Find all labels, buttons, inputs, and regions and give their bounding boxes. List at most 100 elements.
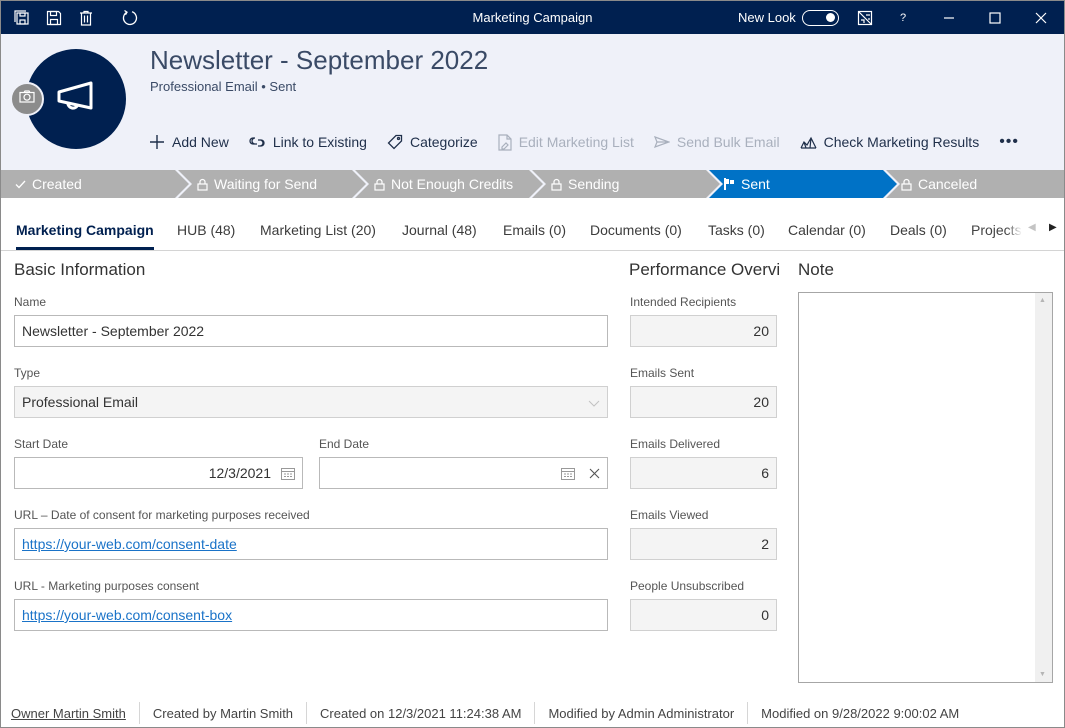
clear-icon[interactable] [589, 468, 600, 479]
start-date-input[interactable]: 12/3/2021 [14, 457, 303, 489]
link-to-existing-label: Link to Existing [272, 134, 367, 150]
people-unsubscribed-value: 0 [761, 607, 769, 623]
stage-sending[interactable]: Sending [532, 170, 720, 198]
record-subtitle: Professional Email • Sent [150, 79, 297, 94]
send-bulk-email-button[interactable]: Send Bulk Email [653, 134, 780, 150]
url-consent-label: URL - Marketing purposes consent [14, 579, 199, 593]
tab-hub[interactable]: HUB (48) [177, 222, 235, 238]
refresh-icon[interactable] [120, 8, 140, 28]
check-marketing-results-button[interactable]: Check Marketing Results [800, 134, 980, 150]
tab-bar: Marketing Campaign HUB (48) Marketing Li… [1, 207, 1064, 251]
tab-marketing-campaign[interactable]: Marketing Campaign [16, 222, 154, 250]
save-and-close-icon[interactable] [12, 8, 32, 28]
add-new-label: Add New [172, 134, 229, 150]
check-icon [15, 180, 26, 189]
stage-waiting-for-send[interactable]: Waiting for Send [178, 170, 366, 198]
tab-documents[interactable]: Documents (0) [590, 222, 682, 238]
emails-delivered-field: 6 [630, 457, 777, 489]
start-date-label: Start Date [14, 437, 69, 451]
add-new-button[interactable]: Add New [149, 134, 229, 150]
created-by: Created by Martin Smith [140, 702, 308, 724]
ruler-icon[interactable] [855, 8, 875, 28]
type-select[interactable]: Professional Email [14, 386, 608, 418]
calendar-icon[interactable] [281, 467, 295, 480]
tab-marketing-list[interactable]: Marketing List (20) [260, 222, 376, 238]
url-consent-date-input[interactable]: https://your-web.com/consent-date [14, 528, 608, 560]
send-bulk-email-label: Send Bulk Email [676, 134, 780, 150]
owner-link[interactable]: Owner Martin Smith [1, 702, 140, 724]
url-consent-link[interactable]: https://your-web.com/consent-box [22, 607, 232, 623]
record-title: Newsletter - September 2022 [150, 45, 489, 75]
note-textarea[interactable]: ▲ ▼ [798, 292, 1053, 683]
emails-sent-label: Emails Sent [630, 366, 695, 380]
stage-sent[interactable]: Sent [709, 170, 897, 198]
close-button[interactable] [1018, 1, 1064, 34]
tab-scroll-right-icon[interactable]: ▶ [1049, 222, 1057, 233]
intended-recipients-label: Intended Recipients [630, 295, 737, 309]
lock-icon [901, 178, 912, 191]
type-label: Type [14, 366, 41, 380]
minimize-button[interactable] [926, 1, 972, 34]
categorize-button[interactable]: Categorize [387, 134, 478, 150]
chevron-down-icon [588, 394, 600, 410]
people-unsubscribed-field: 0 [630, 599, 777, 631]
tab-calendar[interactable]: Calendar (0) [788, 222, 866, 238]
type-value: Professional Email [22, 394, 138, 410]
end-date-input[interactable] [319, 457, 608, 489]
record-header: Newsletter - September 2022 Professional… [1, 34, 1064, 170]
send-icon [653, 136, 670, 148]
created-on: Created on 12/3/2021 11:24:38 AM [307, 702, 536, 724]
lock-icon [197, 178, 208, 191]
action-bar: Add New Link to Existing Categorize Edit… [149, 131, 1019, 153]
url-consent-input[interactable]: https://your-web.com/consent-box [14, 599, 608, 631]
more-actions-button[interactable]: ••• [999, 133, 1019, 151]
tab-projects[interactable]: Projects [971, 222, 1022, 238]
tab-tasks[interactable]: Tasks (0) [708, 222, 765, 238]
people-unsubscribed-label: People Unsubscribed [630, 579, 745, 593]
tab-emails[interactable]: Emails (0) [503, 222, 566, 238]
toggle-knob [826, 13, 835, 22]
calendar-icon[interactable] [561, 467, 575, 480]
basic-information-heading: Basic Information [14, 260, 146, 279]
tab-journal[interactable]: Journal (48) [402, 222, 477, 238]
note-scrollbar[interactable]: ▲ ▼ [1035, 293, 1052, 682]
emails-sent-field: 20 [630, 386, 777, 418]
stage-not-enough-credits[interactable]: Not Enough Credits [355, 170, 543, 198]
name-input[interactable]: Newsletter - September 2022 [14, 315, 608, 347]
lock-icon [551, 178, 562, 191]
status-footer: Owner Martin Smith Created by Martin Smi… [1, 699, 1064, 727]
link-icon [249, 137, 265, 147]
modified-by: Modified by Admin Administrator [535, 702, 749, 724]
scroll-down-icon[interactable]: ▼ [1039, 671, 1046, 678]
new-look-label: New Look [738, 10, 796, 25]
stage-label: Sent [741, 176, 770, 192]
performance-overview-heading: Performance Overvi [629, 260, 781, 279]
stage-label: Sending [568, 176, 620, 192]
tab-scroll-left-icon[interactable]: ◀ [1028, 222, 1036, 233]
emails-viewed-field: 2 [630, 528, 777, 560]
stage-label: Waiting for Send [214, 176, 317, 192]
link-to-existing-button[interactable]: Link to Existing [249, 134, 367, 150]
stage-created[interactable]: Created [1, 170, 189, 198]
stage-label: Created [32, 176, 82, 192]
help-button[interactable]: ? [893, 8, 913, 28]
change-photo-button[interactable] [10, 82, 44, 116]
save-icon[interactable] [44, 8, 64, 28]
flag-icon [724, 178, 735, 190]
delete-icon[interactable] [76, 8, 96, 28]
scroll-up-icon[interactable]: ▲ [1039, 297, 1046, 304]
edit-marketing-list-button[interactable]: Edit Marketing List [498, 133, 634, 151]
tag-icon [387, 134, 403, 150]
url-consent-date-link[interactable]: https://your-web.com/consent-date [22, 536, 237, 552]
emails-delivered-label: Emails Delivered [630, 437, 721, 451]
modified-on: Modified on 9/28/2022 9:00:02 AM [761, 705, 960, 721]
name-label: Name [14, 295, 47, 309]
check-marketing-results-label: Check Marketing Results [823, 134, 980, 150]
title-bar: Marketing Campaign New Look ? [1, 1, 1064, 34]
new-look-toggle[interactable] [802, 10, 839, 26]
maximize-button[interactable] [972, 1, 1018, 34]
intended-recipients-field: 20 [630, 315, 777, 347]
tab-deals[interactable]: Deals (0) [890, 222, 947, 238]
stage-canceled[interactable]: Canceled [886, 170, 1064, 198]
megaphone-icon [56, 80, 96, 119]
